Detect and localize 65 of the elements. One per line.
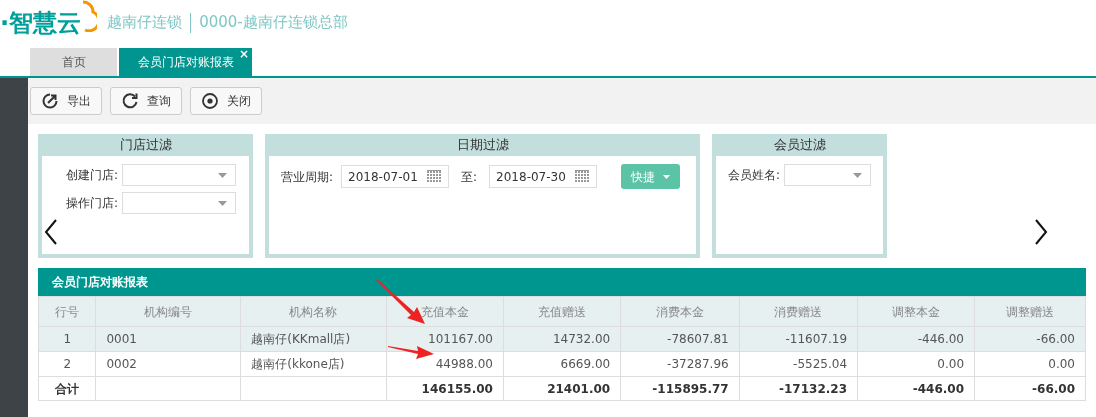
caret-icon	[663, 174, 671, 179]
field-label: 会员姓名:	[728, 167, 781, 184]
logo-text: ·智慧云	[0, 7, 82, 39]
table-cell: 1	[38, 326, 96, 352]
total-cell: -17132.23	[779, 381, 848, 396]
close-tab-button[interactable]: ×	[238, 45, 249, 63]
total-cell: 146155.00	[421, 381, 493, 396]
panel-title: 会员过滤	[716, 134, 883, 156]
column-header: 机构名称	[240, 296, 387, 327]
select-field[interactable]	[122, 192, 237, 214]
toolbar-button[interactable]: 关闭	[190, 87, 262, 115]
table-cell: -446.00	[857, 326, 975, 352]
toolbar-button[interactable]: 查询	[110, 87, 182, 115]
calendar-icon	[575, 170, 591, 183]
table-cell: 越南仔(KKmall店)	[240, 326, 387, 352]
table-cell: -66.00	[974, 326, 1086, 352]
field-label: 创建门店:	[66, 167, 119, 184]
logo-cloud-icon	[81, 0, 98, 32]
tab[interactable]: 会员门店对账报表 ×	[119, 48, 252, 76]
table-cell: 0001	[95, 326, 241, 352]
column-header: 消费本金	[620, 296, 740, 327]
total-cell: -446.00	[912, 381, 964, 396]
calendar-icon	[427, 170, 443, 183]
table-cell: 越南仔(kkone店)	[240, 351, 387, 377]
caret-icon	[218, 200, 228, 206]
select-field[interactable]	[784, 164, 871, 186]
table-cell: 0002	[95, 351, 241, 377]
table-cell: 2	[38, 351, 96, 377]
date-field[interactable]: 2018-07-01	[341, 165, 450, 188]
column-header: 调整本金	[857, 296, 975, 327]
toolbar-button[interactable]: 导出	[30, 87, 102, 115]
report-title-bar: 会员门店对账报表	[38, 268, 1086, 296]
table-cell: -78607.81	[620, 326, 740, 352]
column-header: 行号	[38, 296, 96, 327]
table-cell: 0.00	[974, 351, 1086, 377]
field-label: 营业周期:	[281, 168, 334, 186]
field-label: 操作门店:	[66, 195, 119, 212]
export-icon	[41, 92, 59, 110]
stop-icon	[201, 92, 219, 110]
table-cell: 6669.00	[503, 351, 621, 377]
table-cell: 14732.00	[503, 326, 621, 352]
branch-name: 0000-越南仔连锁总部	[199, 12, 348, 34]
table-cell: -5525.04	[739, 351, 858, 377]
select-field[interactable]	[122, 164, 237, 186]
tab[interactable]: 首页	[30, 48, 117, 76]
caret-icon	[218, 172, 228, 178]
annotation-arrow-icon	[388, 344, 434, 360]
table-cell: -11607.19	[739, 326, 858, 352]
column-header: 消费赠送	[739, 296, 858, 327]
caret-icon	[853, 172, 862, 178]
panel-title: 日期过滤	[269, 134, 696, 156]
total-cell: 21401.00	[547, 381, 611, 396]
column-header: 充值赠送	[503, 296, 621, 327]
date-field[interactable]: 2018-07-30	[489, 165, 598, 188]
total-cell: -115895.77	[652, 381, 729, 396]
panel-title: 门店过滤	[42, 134, 249, 156]
total-cell: -66.00	[1032, 381, 1075, 396]
total-label: 合计	[55, 381, 80, 396]
field-label: 至:	[461, 168, 478, 186]
table-cell: 0.00	[857, 351, 975, 377]
company-name: 越南仔连锁	[107, 12, 183, 34]
column-header: 调整赠送	[974, 296, 1086, 327]
refresh-icon	[121, 92, 139, 110]
table-cell: -37287.96	[620, 351, 740, 377]
column-header: 机构编号	[95, 296, 241, 327]
